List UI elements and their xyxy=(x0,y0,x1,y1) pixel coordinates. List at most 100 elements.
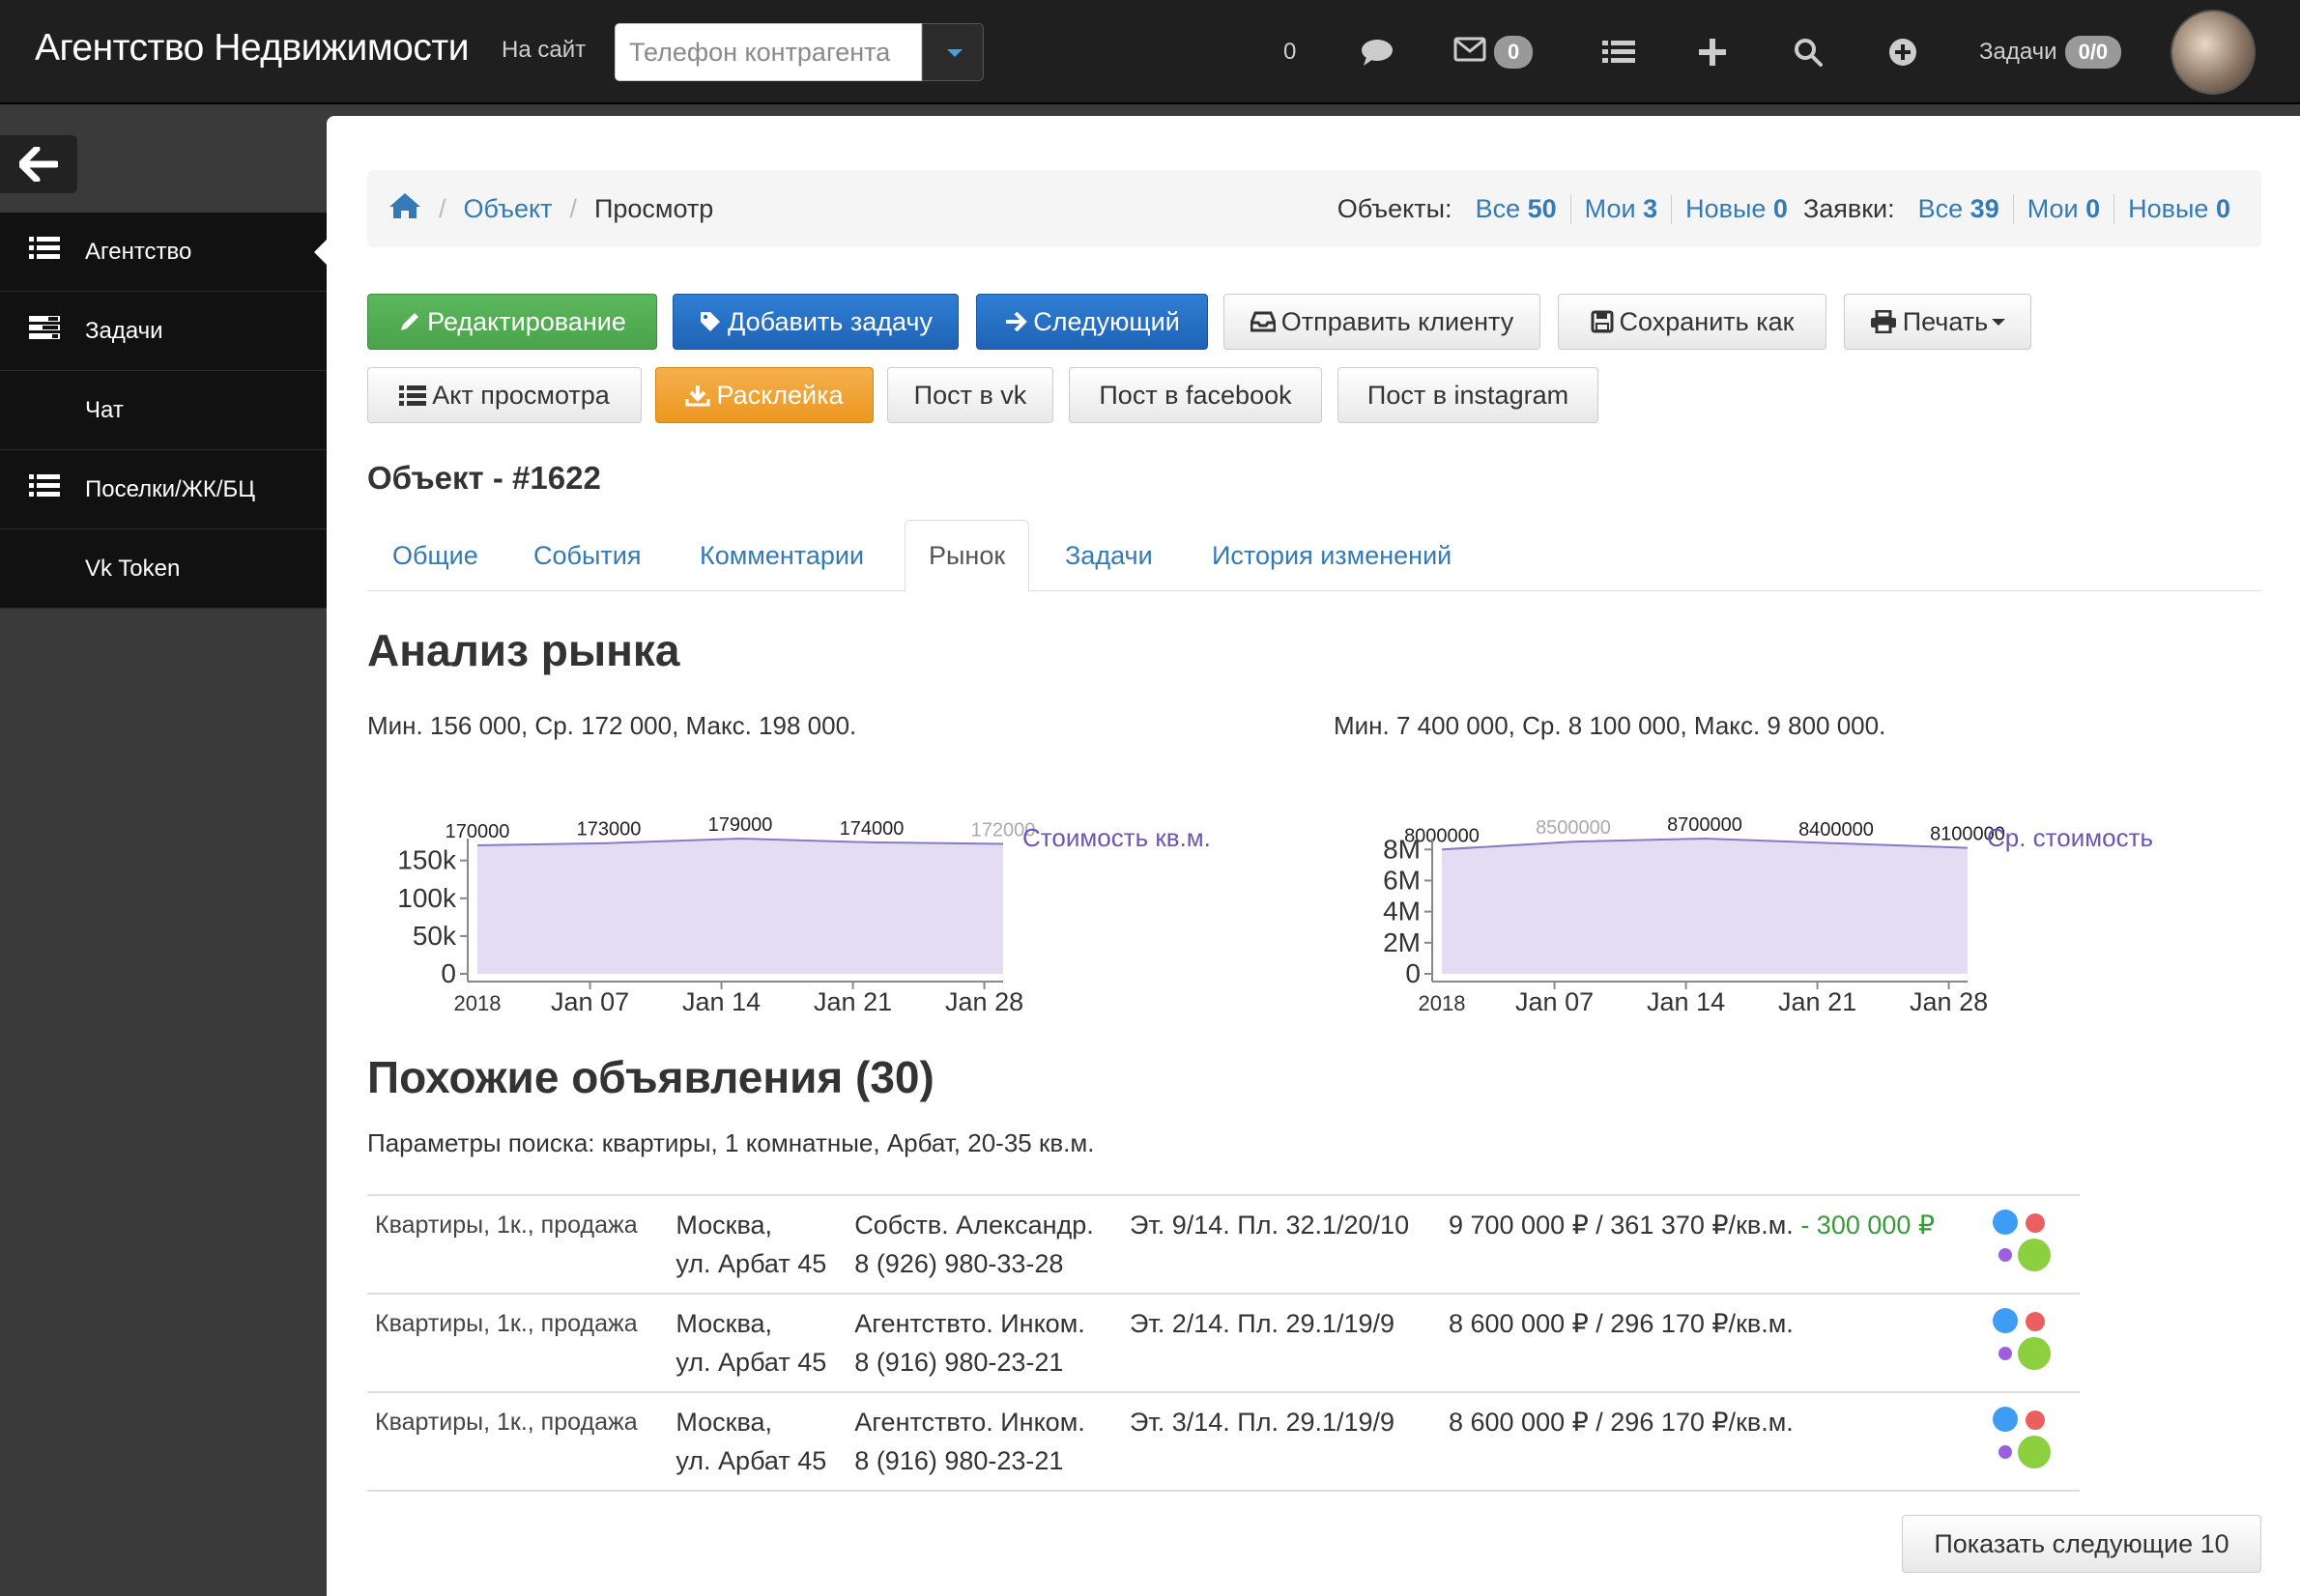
area-fill xyxy=(1442,839,1968,974)
sidebar: Агентство Задачи Чат Поселки/ЖК/БЦ Vk To… xyxy=(0,106,327,1596)
listing-phone: 8 (916) 980-23-21 xyxy=(854,1446,1064,1475)
listing-price: 8 600 000 ₽ / 296 170 ₽/кв.м. xyxy=(1440,1391,1985,1492)
add-task-button[interactable]: Добавить задачу xyxy=(673,294,959,350)
objects-mine-link[interactable]: Мои 3 xyxy=(1571,193,1673,224)
objects-new-link[interactable]: Новые 0 xyxy=(1672,194,1801,224)
chat-icon[interactable] xyxy=(1361,25,1394,79)
posting-button[interactable]: Расклейка xyxy=(655,367,874,423)
list-icon xyxy=(29,236,64,268)
brand-title[interactable]: Агентство Недвижимости xyxy=(35,27,469,70)
mail-nav[interactable]: 0 xyxy=(1453,25,1534,79)
data-label: 170000 xyxy=(446,821,510,842)
requests-all-link[interactable]: Все 39 xyxy=(1905,193,2014,224)
caret-down-icon xyxy=(1992,318,2006,326)
tabs: Общие События Комментарии Рынок Задачи И… xyxy=(367,520,2261,592)
avg-price-chart: 8000000 8500000 8700000 8400000 810000002M4M… xyxy=(1383,817,2153,1011)
tab-events[interactable]: События xyxy=(533,520,641,591)
sidebar-item-label: Агентство xyxy=(85,238,192,265)
price-total-stats: Мин. 7 400 000, Ср. 8 100 000, Макс. 9 8… xyxy=(1334,711,1886,740)
y-tick-label: 100k xyxy=(397,883,457,913)
side-menu: Агентство Задачи Чат Поселки/ЖК/БЦ Vk To… xyxy=(0,213,327,609)
plus-circle-icon[interactable] xyxy=(1888,25,1917,79)
tasks-nav[interactable]: Задачи 0/0 xyxy=(1979,25,2122,79)
arrow-left-icon xyxy=(19,147,58,182)
listing-params: Эт. 2/14. Пл. 29.1/19/9 xyxy=(1121,1293,1441,1392)
x-tick-label: Jan 14 xyxy=(682,987,761,1011)
print-dropdown-button[interactable]: Печать xyxy=(1844,294,2031,350)
listing-phone: 8 (916) 980-23-21 xyxy=(854,1348,1064,1377)
table-row[interactable]: Квартиры, 1к., продажа Москва, ул. Арбат 4… xyxy=(367,1391,2080,1492)
sidebar-item-tasks[interactable]: Задачи xyxy=(0,292,327,371)
avatar[interactable] xyxy=(2171,10,2256,95)
listing-sources[interactable] xyxy=(1984,1391,2080,1492)
sidebar-item-vk-token[interactable]: Vk Token xyxy=(0,529,327,609)
sidebar-item-settlements[interactable]: Поселки/ЖК/БЦ xyxy=(0,450,327,529)
edit-button[interactable]: Редактирование xyxy=(367,294,657,350)
similar-listings-table: Квартиры, 1к., продажа Москва, ул. Арбат 4… xyxy=(367,1194,2080,1492)
listing-price: 8 600 000 ₽ / 296 170 ₽/кв.м. xyxy=(1440,1293,1985,1392)
x-tick-label: Jan 28 xyxy=(945,987,1023,1011)
y-tick-label: 2M xyxy=(1383,927,1421,957)
show-next-button[interactable]: Показать следующие 10 xyxy=(1902,1515,2261,1573)
floppy-icon xyxy=(1591,310,1614,333)
data-label: 179000 xyxy=(708,817,773,836)
post-vk-button[interactable]: Пост в vk xyxy=(887,367,1053,423)
listing-params: Эт. 9/14. Пл. 32.1/20/10 xyxy=(1121,1194,1441,1294)
phone-search-input[interactable] xyxy=(615,23,922,81)
sidebar-item-label: Задачи xyxy=(85,317,163,344)
data-label: 8500000 xyxy=(1536,817,1611,839)
tasks-icon xyxy=(29,315,64,347)
listing-price: 9 700 000 ₽ / 361 370 ₽/кв.м. - 300 000 … xyxy=(1440,1194,1985,1294)
next-button[interactable]: Следующий xyxy=(976,294,1208,350)
view-act-button[interactable]: Акт просмотра xyxy=(367,367,642,423)
objects-all-link[interactable]: Все 50 xyxy=(1462,193,1571,224)
tab-market[interactable]: Рынок xyxy=(905,520,1030,592)
listing-contact: Собств. Александр. 8 (926) 980-33-28 xyxy=(847,1194,1122,1294)
phone-dropdown-button[interactable] xyxy=(922,23,984,81)
save-as-button[interactable]: Сохранить как xyxy=(1558,294,1826,350)
pencil-icon xyxy=(401,313,419,330)
tab-history[interactable]: История изменений xyxy=(1212,520,1452,591)
post-instagram-button[interactable]: Пост в instagram xyxy=(1337,367,1598,423)
counters: Объекты: Все 50 Мои 3 Новые 0 Заявки: Вс… xyxy=(1337,170,2230,247)
post-facebook-button[interactable]: Пост в facebook xyxy=(1069,367,1322,423)
breadcrumb-object-link[interactable]: Объект xyxy=(464,194,553,224)
plus-icon[interactable] xyxy=(1699,25,1726,79)
source-dots-icon xyxy=(1992,1407,2060,1474)
sidebar-item-agency[interactable]: Агентство xyxy=(0,213,327,292)
listing-sources[interactable] xyxy=(1984,1293,2080,1392)
breadcrumb-current: Просмотр xyxy=(593,193,714,223)
search-icon[interactable] xyxy=(1794,25,1823,79)
sidebar-item-chat[interactable]: Чат xyxy=(0,371,327,450)
table-row[interactable]: Квартиры, 1к., продажа Москва, ул. Арбат 4… xyxy=(367,1293,2080,1392)
listing-category: Квартиры, 1к., продажа xyxy=(367,1391,669,1492)
send-client-button[interactable]: Отправить клиенту xyxy=(1223,294,1540,350)
y-tick-label: 8M xyxy=(1383,834,1421,864)
list-icon[interactable] xyxy=(1602,25,1635,79)
table-row[interactable]: Квартиры, 1к., продажа Москва, ул. Арбат 4… xyxy=(367,1194,2080,1294)
back-button[interactable] xyxy=(0,135,77,193)
calls-counter[interactable]: 0 xyxy=(1283,25,1296,79)
y-tick-label: 150k xyxy=(397,845,457,875)
x-tick-label: 2018 xyxy=(454,991,502,1011)
requests-mine-link[interactable]: Мои 0 xyxy=(2014,193,2115,224)
listing-sources[interactable] xyxy=(1984,1194,2080,1294)
listing-contact: Агентствто. Инком. 8 (916) 980-23-21 xyxy=(847,1391,1122,1492)
data-label: 173000 xyxy=(577,819,642,841)
sidebar-item-label: Поселки/ЖК/БЦ xyxy=(85,475,256,502)
tab-general[interactable]: Общие xyxy=(392,520,478,591)
y-tick-label: 6M xyxy=(1383,865,1421,895)
listing-category: Квартиры, 1к., продажа xyxy=(367,1194,669,1294)
home-icon[interactable] xyxy=(388,192,421,226)
sidebar-item-label: Чат xyxy=(85,396,124,423)
inbox-icon xyxy=(1250,311,1276,332)
requests-new-link[interactable]: Новые 0 xyxy=(2114,194,2230,224)
data-label: 174000 xyxy=(840,818,905,840)
tab-comments[interactable]: Комментарии xyxy=(700,520,864,591)
legend-label: Стоимость кв.м. xyxy=(1022,823,1211,852)
to-site-link[interactable]: На сайт xyxy=(502,37,586,64)
tab-tasks[interactable]: Задачи xyxy=(1065,520,1153,591)
price-sqm-stats: Мин. 156 000, Ср. 172 000, Макс. 198 000… xyxy=(367,711,857,740)
y-tick-label: 50k xyxy=(413,921,457,951)
market-analysis-title: Анализ рынка xyxy=(367,625,680,675)
